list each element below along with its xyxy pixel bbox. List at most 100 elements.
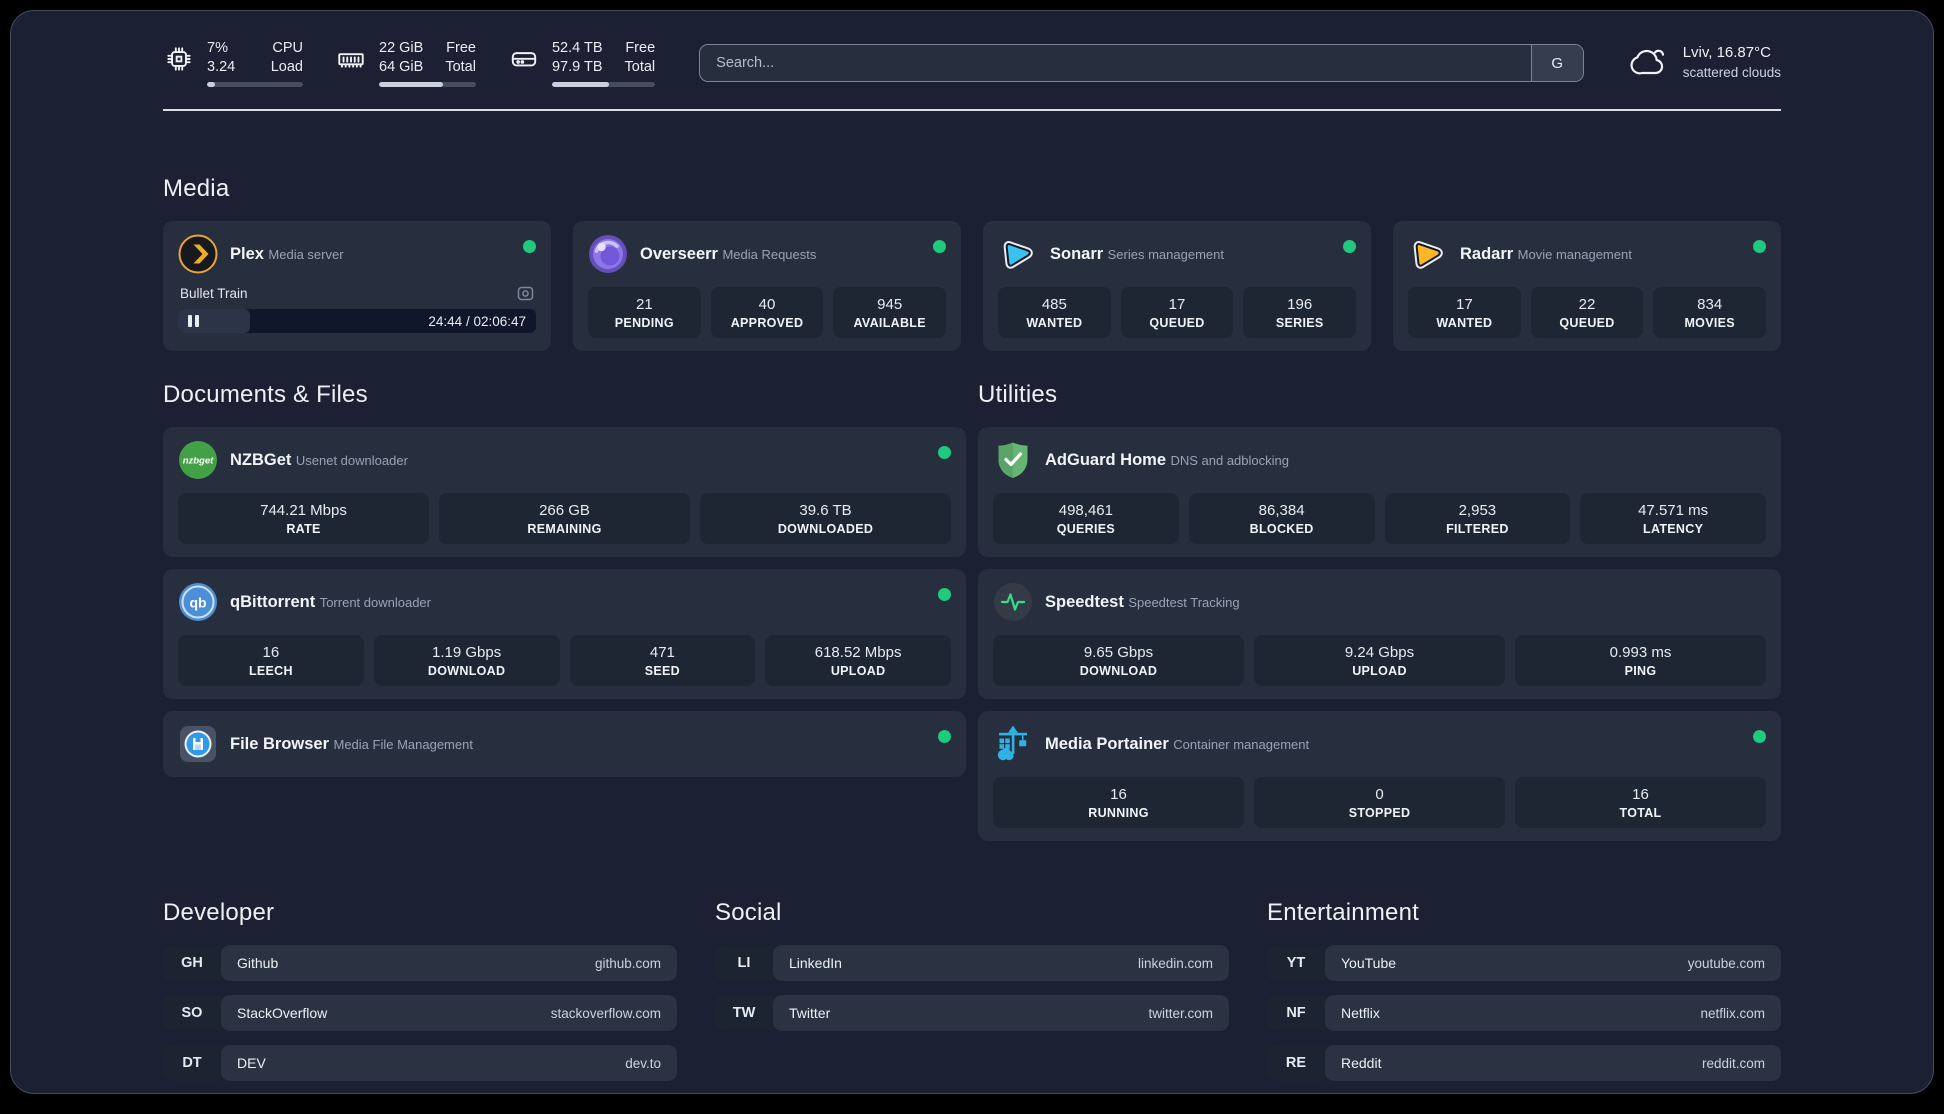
pause-icon[interactable] xyxy=(188,315,199,327)
app-card-overseerr[interactable]: Overseerr Media Requests 21 PENDING 40 A… xyxy=(573,221,961,351)
link-linkedin[interactable]: LI LinkedIn linkedin.com xyxy=(715,945,1229,981)
section-entertainment: Entertainment YT YouTube youtube.com NF … xyxy=(1267,899,1781,1093)
link-youtube[interactable]: YT YouTube youtube.com xyxy=(1267,945,1781,981)
cast-icon[interactable] xyxy=(517,285,534,302)
app-title: Overseerr xyxy=(640,244,718,263)
status-dot xyxy=(933,240,946,253)
app-subtitle: Usenet downloader xyxy=(295,452,408,468)
link-url: linkedin.com xyxy=(1137,955,1213,971)
app-card-speedtest[interactable]: Speedtest Speedtest Tracking 9.65 Gbps D… xyxy=(978,569,1781,699)
link-name: YouTube xyxy=(1341,955,1397,971)
cpu-widget: 7% 3.24 CPU Load xyxy=(163,39,303,87)
app-subtitle: DNS and adblocking xyxy=(1170,452,1289,468)
app-subtitle: Series management xyxy=(1107,246,1224,262)
link-url: github.com xyxy=(594,955,661,971)
storage-total-value: 97.9 TB xyxy=(551,59,603,75)
link-abbr: TW xyxy=(715,995,773,1031)
app-subtitle: Media Requests xyxy=(722,246,817,262)
top-bar: 7% 3.24 CPU Load 22 GiB 64 GiB Free Tota… xyxy=(163,39,1781,87)
link-url: youtube.com xyxy=(1687,955,1765,971)
stat-tile: 2,953 FILTERED xyxy=(1384,493,1571,544)
app-card-sonarr[interactable]: Sonarr Series management 485 WANTED 17 Q… xyxy=(983,221,1371,351)
weather-location: Lviv, 16.87°C xyxy=(1682,44,1771,61)
link-abbr: YT xyxy=(1267,945,1325,981)
filebrowser-icon xyxy=(180,726,216,762)
stat-tile: 22 QUEUED xyxy=(1530,287,1644,338)
app-title: Sonarr xyxy=(1050,244,1104,263)
stat-tile: 47.571 ms LATENCY xyxy=(1580,493,1766,544)
link-name: StackOverflow xyxy=(237,1005,328,1021)
app-subtitle: Container management xyxy=(1173,736,1310,752)
stat-tile: 17 WANTED xyxy=(1408,287,1521,338)
app-subtitle: Speedtest Tracking xyxy=(1128,594,1240,610)
stat-tile: 485 WANTED xyxy=(998,287,1111,338)
link-dev[interactable]: DT DEV dev.to xyxy=(163,1045,677,1081)
system-widgets: 7% 3.24 CPU Load 22 GiB 64 GiB Free Tota… xyxy=(163,39,656,87)
app-title: NZBGet xyxy=(230,450,292,469)
link-url: twitter.com xyxy=(1148,1005,1213,1021)
link-abbr: SO xyxy=(163,995,221,1031)
link-twitter[interactable]: TW Twitter twitter.com xyxy=(715,995,1229,1031)
link-stackoverflow[interactable]: SO StackOverflow stackoverflow.com xyxy=(163,995,677,1031)
stat-tile: 17 QUEUED xyxy=(1120,287,1234,338)
app-title: Media Portainer xyxy=(1045,734,1169,753)
link-name: Reddit xyxy=(1341,1055,1382,1071)
storage-progress-bar xyxy=(551,82,656,87)
app-card-nzbget[interactable]: nzbget NZBGet Usenet downloader 744.21 M… xyxy=(163,427,966,557)
adguard-icon xyxy=(998,442,1028,478)
stat-tile: 39.6 TB DOWNLOADED xyxy=(700,493,951,544)
memory-progress-bar xyxy=(379,82,476,87)
app-card-portainer[interactable]: Media Portainer Container management 16 … xyxy=(978,711,1781,841)
playback-progress-bar[interactable]: 24:44 / 02:06:47 xyxy=(178,309,536,333)
app-title: AdGuard Home xyxy=(1045,450,1167,469)
stat-tile: 9.65 Gbps DOWNLOAD xyxy=(993,635,1244,686)
stat-tile: 16 LEECH xyxy=(178,635,364,686)
stat-tile: 40 APPROVED xyxy=(710,287,824,338)
link-url: dev.to xyxy=(625,1055,661,1071)
app-card-plex[interactable]: Plex Media server Bullet Train 24:44 / 0… xyxy=(163,221,551,351)
storage-total-label: Total xyxy=(624,59,656,75)
section-documents: Documents & Files nzbget NZBGet Usenet d… xyxy=(163,381,966,777)
link-github[interactable]: GH Github github.com xyxy=(163,945,677,981)
memory-total-label: Total xyxy=(445,59,476,75)
link-abbr: NF xyxy=(1267,995,1325,1031)
section-title-developer: Developer xyxy=(163,899,275,926)
stat-tile: 498,461 QUERIES xyxy=(993,493,1179,544)
app-title: Radarr xyxy=(1460,244,1514,263)
link-url: stackoverflow.com xyxy=(550,1005,661,1021)
search-engine-button[interactable]: G xyxy=(1530,45,1583,81)
app-title: qBittorrent xyxy=(230,592,316,611)
plex-icon xyxy=(178,234,218,274)
app-card-filebrowser[interactable]: File Browser Media File Management xyxy=(163,711,966,777)
link-url: reddit.com xyxy=(1701,1055,1765,1071)
app-card-adguard[interactable]: AdGuard Home DNS and adblocking 498,461 … xyxy=(978,427,1781,557)
memory-icon xyxy=(338,53,364,68)
status-dot xyxy=(1753,730,1766,743)
portainer-icon xyxy=(997,725,1027,761)
status-dot xyxy=(938,730,951,743)
app-title: Plex xyxy=(230,244,264,263)
dashboard: 7% 3.24 CPU Load 22 GiB 64 GiB Free Tota… xyxy=(10,10,1934,1094)
link-name: LinkedIn xyxy=(789,955,842,971)
stat-tile: 86,384 BLOCKED xyxy=(1188,493,1375,544)
link-netflix[interactable]: NF Netflix netflix.com xyxy=(1267,995,1781,1031)
stat-tile: 1.19 Gbps DOWNLOAD xyxy=(373,635,560,686)
app-card-radarr[interactable]: Radarr Movie management 17 WANTED 22 QUE… xyxy=(1393,221,1781,351)
search-bar: G xyxy=(699,44,1584,82)
app-card-qbittorrent[interactable]: qb qBittorrent Torrent downloader 16 LEE… xyxy=(163,569,966,699)
stat-tile: 945 AVAILABLE xyxy=(833,287,947,338)
stat-tile: 9.24 Gbps UPLOAD xyxy=(1254,635,1505,686)
app-subtitle: Torrent downloader xyxy=(319,594,431,610)
playback-time: 24:44 / 02:06:47 xyxy=(428,313,526,329)
app-subtitle: Media server xyxy=(268,246,344,262)
now-playing-title: Bullet Train xyxy=(180,286,248,301)
stat-tile: 266 GB REMAINING xyxy=(439,493,690,544)
weather-widget: Lviv, 16.87°C scattered clouds xyxy=(1628,42,1781,84)
nzbget-icon: nzbget xyxy=(179,441,217,479)
cpu-progress-bar xyxy=(207,82,303,87)
search-input[interactable] xyxy=(700,45,1531,81)
link-abbr: GH xyxy=(163,945,221,981)
cpu-label: CPU xyxy=(272,40,303,56)
link-reddit[interactable]: RE Reddit reddit.com xyxy=(1267,1045,1781,1081)
link-url: netflix.com xyxy=(1700,1005,1765,1021)
